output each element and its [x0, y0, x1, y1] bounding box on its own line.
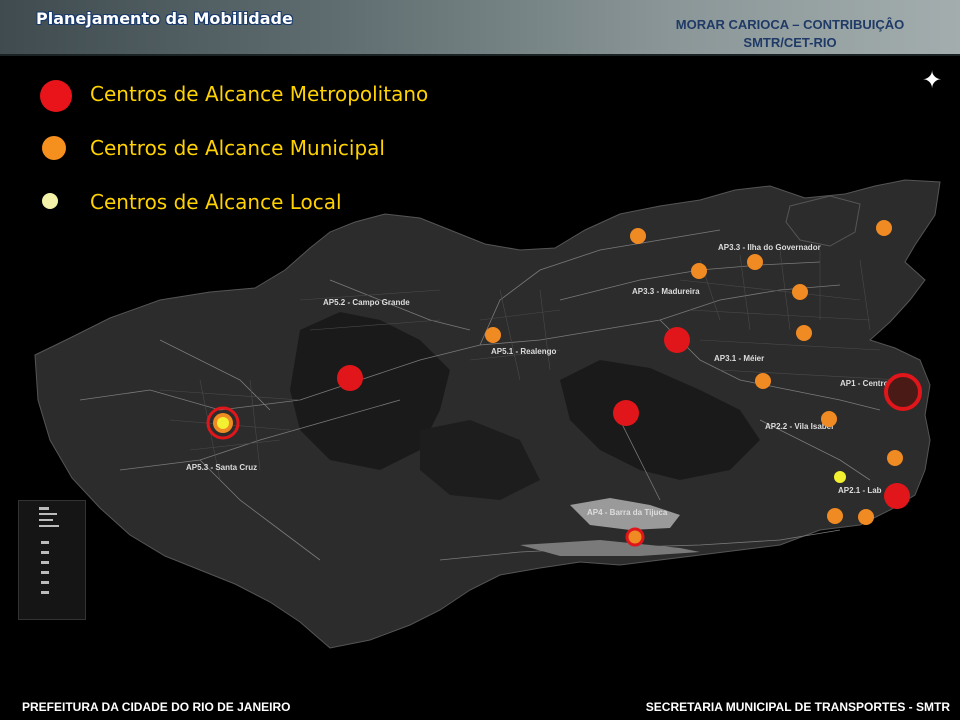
footer-bar: PREFEITURA DA CIDADE DO RIO DE JANEIRO S…	[0, 684, 960, 720]
region-label-ilha: AP3.3 - Ilha do Governador	[718, 243, 821, 252]
municipal-center-marker	[630, 228, 646, 244]
municipal-center-marker	[691, 263, 707, 279]
footer-right-text: SECRETARIA MUNICIPAL DE TRANSPORTES - SM…	[645, 700, 950, 714]
municipal-center-marker	[887, 450, 903, 466]
local-center-marker-santa-cruz	[217, 417, 229, 429]
municipal-center-marker	[747, 254, 763, 270]
region-label-campo-grande: AP5.2 - Campo Grande	[323, 298, 410, 307]
legend-label-local: Centros de Alcance Local	[90, 190, 342, 214]
metropolitan-center-marker	[613, 400, 639, 426]
header-right-line1: MORAR CARIOCA – CONTRIBUIÇÂO	[675, 17, 905, 32]
municipal-center-marker	[485, 327, 501, 343]
region-label-centro: AP1 - Centro	[840, 379, 889, 388]
legend-dot-local	[42, 193, 58, 209]
region-label-lab: AP2.1 - Lab	[838, 486, 882, 495]
legend-label-metropolitan: Centros de Alcance Metropolitano	[90, 82, 429, 106]
municipal-center-marker-barra	[625, 527, 645, 547]
region-label-madureira: AP3.3 - Madureira	[632, 287, 700, 296]
municipal-center-marker	[755, 373, 771, 389]
compass-rose-icon: ✦	[921, 66, 943, 94]
header-right-block: MORAR CARIOCA – CONTRIBUIÇÂO SMTR/CET-RI…	[640, 16, 940, 52]
region-label-santa-cruz: AP5.3 - Santa Cruz	[186, 463, 257, 472]
header-right-line2: SMTR/CET-RIO	[743, 35, 837, 50]
region-label-barra: AP4 - Barra da Tijuca	[587, 508, 668, 517]
legend-dot-metropolitan	[40, 80, 72, 112]
map-inset-legend	[18, 500, 86, 620]
municipal-center-marker	[792, 284, 808, 300]
metropolitan-center-marker	[884, 483, 910, 509]
municipal-center-marker	[821, 411, 837, 427]
metropolitan-center-marker-centro	[884, 373, 922, 411]
inset-graphic	[39, 507, 59, 594]
municipal-center-marker	[858, 509, 874, 525]
local-center-marker	[834, 471, 846, 483]
legend-dot-municipal	[42, 136, 66, 160]
municipal-center-marker	[827, 508, 843, 524]
legend-label-municipal: Centros de Alcance Municipal	[90, 136, 385, 160]
header-title: Planejamento da Mobilidade	[36, 9, 293, 28]
municipal-center-marker	[796, 325, 812, 341]
municipal-center-marker	[876, 220, 892, 236]
region-label-realengo: AP5.1 - Realengo	[491, 347, 556, 356]
header-bar: Planejamento da Mobilidade MORAR CARIOCA…	[0, 0, 960, 56]
metropolitan-center-marker	[664, 327, 690, 353]
region-label-meier: AP3.1 - Méier	[714, 354, 764, 363]
footer-left-text: PREFEITURA DA CIDADE DO RIO DE JANEIRO	[22, 700, 291, 714]
metropolitan-center-marker	[337, 365, 363, 391]
